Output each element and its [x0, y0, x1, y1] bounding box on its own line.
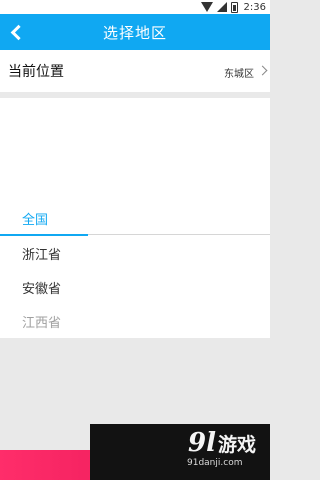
chevron-left-icon	[10, 24, 27, 40]
watermark-bottom-text: 游戏	[217, 433, 256, 456]
battery-icon	[230, 1, 238, 13]
title-bar: 选择地区	[0, 14, 270, 50]
blank-panel	[0, 98, 270, 198]
current-location-label: 当前位置	[8, 64, 64, 80]
wifi-icon	[200, 2, 213, 12]
chevron-right-icon	[257, 65, 268, 76]
page-title: 选择地区	[102, 23, 167, 42]
list-item-anhui[interactable]: 安徽省	[0, 270, 270, 304]
back-button[interactable]	[6, 20, 27, 44]
watermark-bottom: 9l 游戏	[188, 428, 256, 458]
province-list: 全国 浙江省 安徽省 江西省	[0, 198, 270, 338]
list-item-zhejiang[interactable]: 浙江省	[0, 236, 270, 270]
list-item-quanguo[interactable]: 全国	[0, 201, 270, 235]
status-time: 2:36	[243, 1, 266, 13]
signal-icon	[216, 2, 227, 12]
list-item-jiangxi[interactable]: 江西省	[0, 304, 270, 338]
current-location-value: 东城区	[224, 69, 254, 80]
divider	[88, 234, 270, 235]
status-bar: 2:36	[0, 0, 270, 14]
watermark-bottom-url: 91danji.com	[187, 458, 243, 468]
watermark-bottom-logo: 9l	[188, 428, 216, 458]
current-location-row[interactable]: 当前位置 9l 游戏 91danji.com 东城区	[0, 50, 270, 132]
